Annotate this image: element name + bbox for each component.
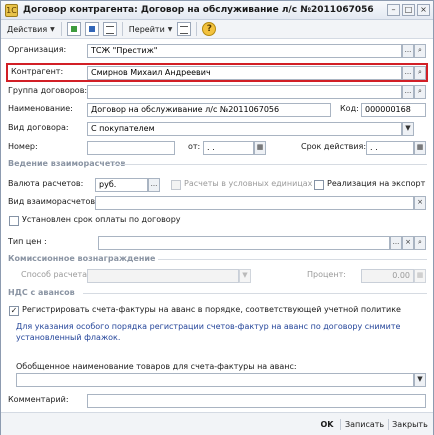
goods-name-label: Обобщенное наименование товаров для счет… [16,362,297,371]
search-icon[interactable]: ⌕ [414,85,426,99]
select-button[interactable]: ... [402,85,414,99]
settlements-header: Ведение взаиморасчетов [8,159,126,168]
contract-type-select[interactable]: С покупателем [87,122,402,136]
footer-separator [388,419,389,430]
title-bar: 1С Договор контрагента: Договор на обслу… [1,1,433,20]
vat-header: НДС с авансов [8,288,75,297]
app-1c-icon: 1С [5,3,18,17]
goto-label: Перейти [128,24,165,34]
register-invoices-checkbox[interactable]: ✓ [9,306,19,316]
conv-units-label: Расчеты в условных единицах [184,179,313,188]
section-divider [83,293,427,294]
calendar-icon[interactable]: ▦ [414,141,426,155]
chevron-down-icon[interactable]: ▼ [414,373,426,387]
close-button[interactable]: Закрыть [391,417,429,432]
toolbar: Действия ▼ Перейти ▼ ? [1,20,433,39]
comment-field[interactable] [87,394,426,408]
section-divider [113,164,427,165]
footer-bar: OK Записать Закрыть [1,412,433,435]
percent-label: Процент: [307,270,346,279]
actions-label: Действия [7,24,48,34]
vat-note: Для указания особого порядка регистрации… [16,322,401,342]
goods-name-field[interactable] [16,373,414,387]
select-button[interactable]: ... [402,66,414,80]
currency-field[interactable]: руб. [95,178,148,192]
close-icon[interactable]: × [417,4,430,16]
group-field[interactable] [87,85,402,99]
from-date-field[interactable]: . . [203,141,254,155]
settlement-mode-select[interactable] [95,196,414,210]
export-checkbox[interactable] [314,180,324,190]
register-invoices-label: Регистрировать счета-фактуры на аванс в … [22,305,401,314]
group-label: Группа договоров: [8,86,88,95]
minimize-icon[interactable]: – [387,4,400,16]
payterm-label: Установлен срок оплаты по договору [22,215,181,224]
contractor-field[interactable]: Смирнов Михаил Андреевич [87,66,402,80]
window-controls: – □ × [387,4,430,16]
number-label: Номер: [8,142,38,151]
currency-label: Валюта расчетов: [8,179,84,188]
toolbar-separator [196,22,198,36]
chevron-down-icon[interactable]: ▼ [402,122,414,136]
calculator-icon[interactable]: ▦ [414,269,426,283]
search-icon[interactable]: ⌕ [414,236,426,250]
select-button[interactable]: ... [390,236,402,250]
contractor-label: Контрагент: [11,67,64,76]
payterm-checkbox[interactable] [9,216,19,226]
clear-icon[interactable]: × [414,196,426,210]
settlement-mode-label: Вид взаиморасчетов: [8,197,98,206]
actions-menu[interactable]: Действия ▼ [4,21,58,37]
help-icon[interactable]: ? [202,22,217,36]
maximize-icon[interactable]: □ [402,4,415,16]
price-type-label: Тип цен : [8,237,47,246]
chevron-down-icon[interactable]: ▼ [239,269,251,283]
search-icon[interactable]: ⌕ [414,44,426,58]
comment-label: Комментарий: [8,395,69,404]
calc-method-label: Способ расчета: [21,270,90,279]
calendar-icon[interactable]: ▦ [254,141,266,155]
clear-icon[interactable]: × [402,236,414,250]
chevron-down-icon: ▼ [167,25,173,33]
calc-method-select[interactable] [87,269,239,283]
section-divider [158,259,427,260]
save-icon[interactable] [84,22,99,36]
org-label: Организация: [8,45,67,54]
price-type-field[interactable] [98,236,390,250]
commission-header: Комиссионное вознаграждение [8,254,156,263]
term-label: Срок действия: [301,142,367,151]
conv-units-checkbox[interactable] [171,180,181,190]
footer-separator [340,419,341,430]
search-icon[interactable]: ⌕ [414,66,426,80]
type-label: Вид договора: [8,123,69,132]
percent-field[interactable]: 0.00 [361,269,414,283]
reread-icon[interactable] [102,22,117,36]
code-label: Код: [340,104,359,113]
select-button[interactable]: ... [148,178,160,192]
list-icon[interactable] [177,22,192,36]
select-button[interactable]: ... [402,44,414,58]
term-date-field[interactable]: . . [366,141,414,155]
toolbar-separator [60,22,62,36]
contract-window: 1С Договор контрагента: Договор на обслу… [0,0,434,435]
ok-button[interactable]: OK [318,417,336,432]
number-field[interactable] [87,141,175,155]
from-label: от: [188,142,201,151]
name-label: Наименование: [8,104,73,113]
name-field[interactable]: Договор на обслуживание л/с №2011067056 [87,103,331,117]
org-field[interactable]: ТСЖ "Престиж" [87,44,402,58]
export-label: Реализация на экспорт [327,179,426,188]
save-and-close-icon[interactable] [66,22,81,36]
toolbar-separator [121,22,123,36]
code-field[interactable]: 000000168 [361,103,426,117]
chevron-down-icon: ▼ [50,25,55,33]
goto-menu[interactable]: Перейти ▼ [126,21,176,37]
save-button[interactable]: Записать [344,417,385,432]
window-title: Договор контрагента: Договор на обслужив… [23,5,374,15]
